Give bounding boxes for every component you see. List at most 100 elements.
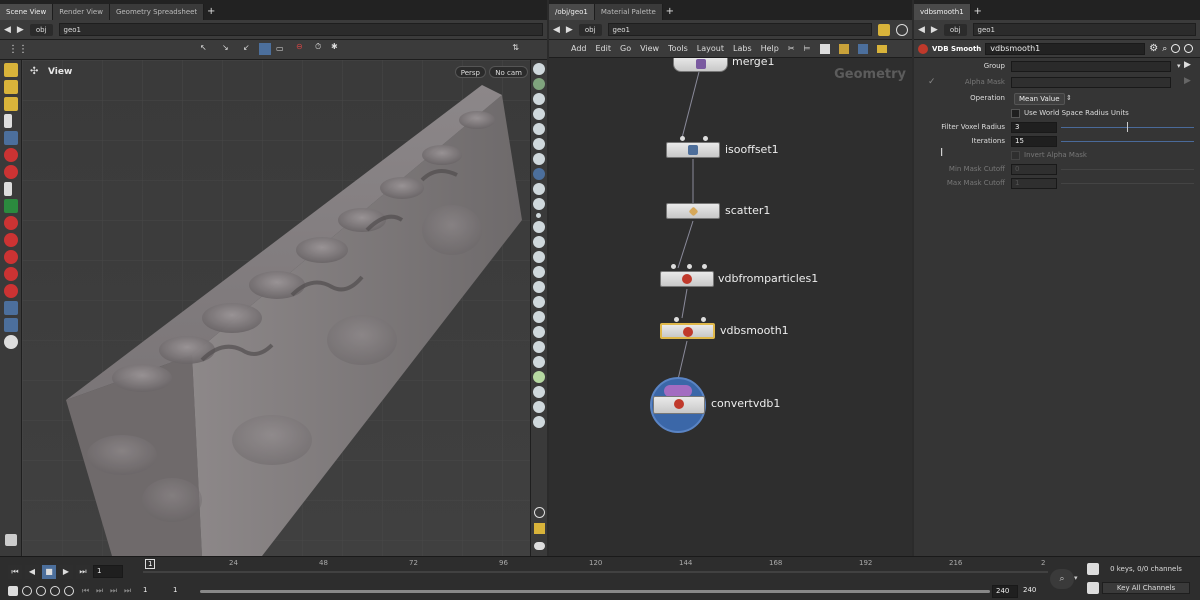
menu-edit[interactable]: Edit — [596, 44, 612, 53]
search-icon[interactable]: ⌕ — [1162, 44, 1167, 54]
realtime-icon[interactable] — [22, 586, 32, 596]
key-dropdown-icon[interactable]: ▾ — [1074, 574, 1078, 582]
display-options-icon[interactable]: ⇅ — [512, 43, 519, 52]
back-arrow-icon[interactable]: ◀ — [553, 25, 560, 35]
path-field[interactable]: geo1 — [607, 23, 872, 36]
back-arrow-icon[interactable]: ◀ — [4, 25, 11, 35]
node-name-field[interactable]: vdbsmooth1 — [985, 42, 1146, 55]
end-frame-field-2[interactable]: 240 — [1020, 585, 1046, 598]
pointer-tool-icon[interactable] — [4, 114, 12, 128]
palette-icon[interactable] — [857, 43, 868, 54]
jump-start-icon[interactable]: ⏮ — [8, 565, 22, 579]
path-crumb-obj[interactable]: obj — [578, 23, 602, 36]
template-icon[interactable] — [533, 356, 545, 368]
menu-go[interactable]: Go — [620, 44, 631, 53]
range-end-icon[interactable]: ⏭ — [124, 586, 131, 596]
persp-button[interactable]: Persp — [454, 66, 486, 78]
info-icon[interactable] — [1171, 44, 1181, 53]
node-convertvdb1[interactable] — [653, 396, 705, 414]
shelf-bottom-icon[interactable] — [5, 534, 17, 546]
3d-viewport[interactable]: ✣ View Persp No cam — [22, 60, 530, 556]
gear-icon[interactable]: ⚙ — [1149, 43, 1158, 54]
menu-help[interactable]: Help — [761, 44, 779, 53]
edge-icon[interactable] — [533, 311, 545, 323]
forward-arrow-icon[interactable]: ▶ — [566, 25, 573, 35]
path-crumb-obj[interactable]: obj — [29, 23, 53, 36]
eye-icon[interactable] — [534, 542, 545, 550]
render-tool-icon[interactable] — [4, 335, 18, 349]
menu-add[interactable]: Add — [571, 44, 587, 53]
frame-icon[interactable]: ▭ — [276, 44, 284, 53]
tab-vdbsmooth1[interactable]: vdbsmooth1 — [914, 4, 971, 20]
menu-labs[interactable]: Labs — [733, 44, 752, 53]
back-arrow-icon[interactable]: ◀ — [918, 25, 925, 35]
add-tab-icon[interactable]: + — [204, 4, 218, 20]
world-space-checkbox[interactable] — [1011, 109, 1020, 118]
key-all-channels-button[interactable]: Key All Channels — [1102, 582, 1190, 594]
marker-icon[interactable] — [533, 153, 545, 165]
view-tool-icon[interactable] — [4, 301, 18, 315]
move-tool-icon[interactable] — [4, 80, 18, 94]
quad-view-icon[interactable] — [534, 523, 545, 534]
node-isooffset1[interactable] — [666, 142, 720, 158]
brush-tool-icon[interactable] — [4, 199, 18, 213]
location-icon[interactable] — [533, 416, 545, 428]
snap-icon[interactable]: ✱ — [331, 42, 338, 51]
tree-icon[interactable]: ⊨ — [804, 44, 811, 53]
group-arrow-icon[interactable]: ▾ — [1177, 62, 1181, 70]
menu-layout[interactable]: Layout — [697, 44, 724, 53]
select-points-icon[interactable]: ↘ — [222, 43, 229, 52]
half-icon[interactable] — [533, 296, 545, 308]
forward-arrow-icon[interactable]: ▶ — [931, 25, 938, 35]
bug-icon[interactable] — [533, 371, 545, 383]
tab-obj-geo1[interactable]: /obj/geo1 — [549, 4, 595, 20]
node-vdbsmooth1[interactable] — [660, 323, 715, 339]
key-search-icon[interactable]: ⌕ — [1050, 569, 1074, 589]
lock-tool-icon[interactable] — [4, 131, 18, 145]
current-frame-field[interactable]: 1 — [93, 565, 123, 578]
add-tab-icon[interactable]: + — [971, 4, 985, 20]
filter-radius-slider[interactable] — [1061, 122, 1194, 132]
tab-scene-view[interactable]: Scene View — [0, 4, 54, 20]
grid-view-icon[interactable] — [838, 43, 849, 54]
node-merge1[interactable] — [673, 58, 728, 72]
tab-geometry-spreadsheet[interactable]: Geometry Spreadsheet — [109, 4, 205, 20]
iterations-slider[interactable] — [1061, 141, 1194, 142]
display-icon-1[interactable] — [533, 63, 545, 75]
channels-icon[interactable] — [1087, 563, 1099, 575]
select-tool-icon[interactable] — [4, 63, 18, 77]
node-vdbfromparticles1[interactable] — [660, 271, 714, 287]
list-icon[interactable] — [819, 43, 830, 54]
shading-icon[interactable] — [533, 168, 545, 180]
sim-icon[interactable] — [36, 586, 46, 596]
path-field[interactable]: geo1 — [972, 23, 1196, 36]
tools-icon[interactable]: ✂ — [788, 44, 795, 53]
network-canvas[interactable]: Geometry merge1 isooffset1 scatter1 vdbf… — [549, 58, 912, 556]
normal-icon[interactable] — [533, 221, 545, 233]
iterations-field[interactable]: 15 — [1011, 136, 1057, 147]
select-mode-icon[interactable]: ↖ — [200, 43, 207, 52]
no-entry-icon[interactable]: ⊖ — [296, 42, 303, 51]
loop-icon[interactable] — [50, 586, 60, 596]
node-scatter1[interactable] — [666, 203, 720, 219]
group-field[interactable] — [1011, 61, 1171, 72]
ring-tool-icon[interactable] — [4, 250, 18, 264]
pose-tool-icon[interactable] — [4, 182, 12, 196]
play-icon[interactable]: ▶ — [59, 565, 73, 579]
step-back-icon[interactable]: ⏮ — [82, 586, 89, 596]
gear-tool-icon[interactable] — [4, 267, 18, 281]
start-frame-field-2[interactable]: 1 — [170, 585, 200, 598]
tab-render-view[interactable]: Render View — [53, 4, 110, 20]
vector-icon[interactable] — [533, 236, 545, 248]
add-tab-icon[interactable]: + — [663, 4, 677, 20]
magnet-tool-icon[interactable] — [4, 165, 18, 179]
step-fwd-icon[interactable]: ⏭ — [96, 586, 103, 596]
clock-icon[interactable]: ⏱ — [315, 42, 321, 52]
start-frame-field[interactable]: 1 — [140, 585, 170, 598]
play-reverse-icon[interactable]: ◀ — [25, 565, 39, 579]
handle-tool-icon[interactable] — [4, 148, 18, 162]
filter-radius-knob[interactable] — [1127, 122, 1128, 132]
path-crumb-obj[interactable]: obj — [943, 23, 967, 36]
tab-material-palette[interactable]: Material Palette — [594, 4, 663, 20]
display-icon-2[interactable] — [533, 78, 545, 90]
